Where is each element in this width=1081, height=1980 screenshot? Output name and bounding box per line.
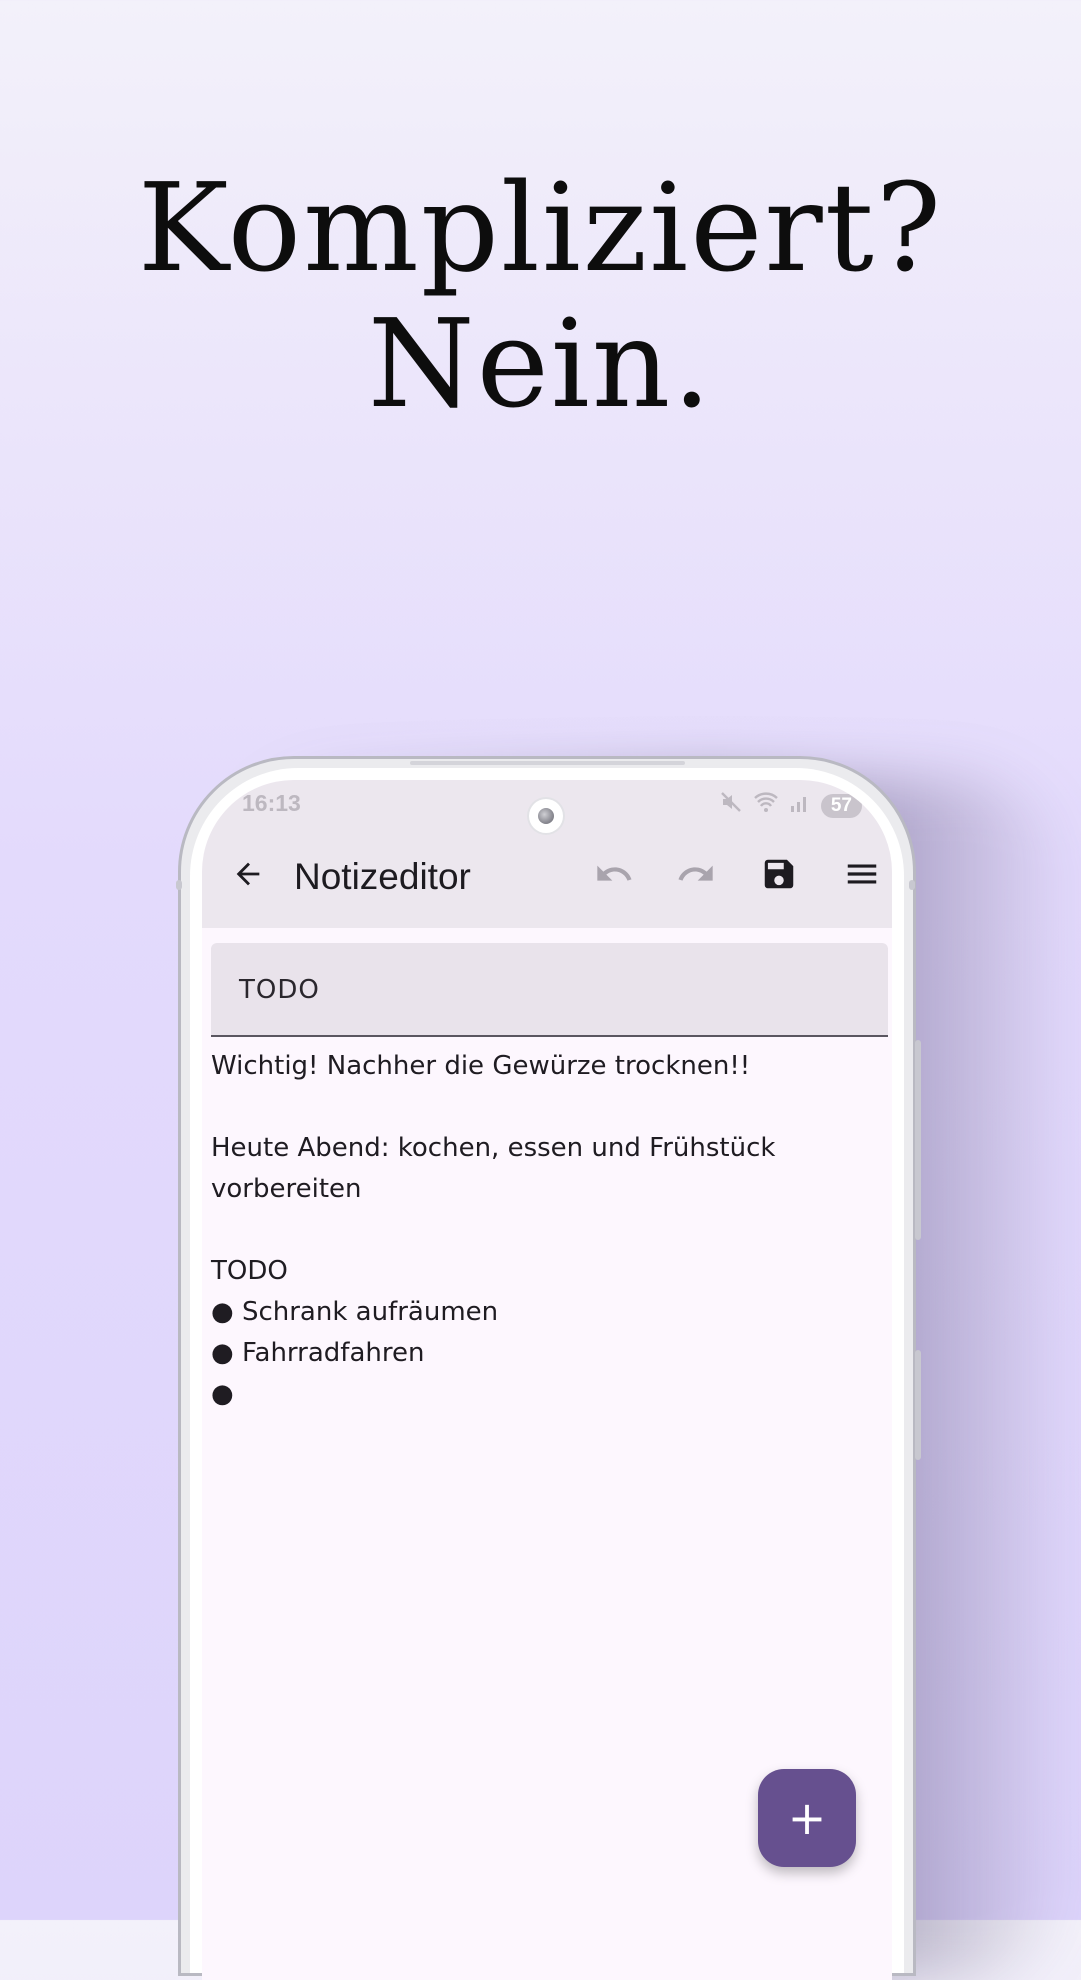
battery-indicator: 57: [820, 793, 862, 818]
mute-icon: [719, 790, 743, 821]
wifi-icon: [753, 790, 779, 821]
undo-button[interactable]: [586, 848, 642, 904]
note-line: [211, 1210, 881, 1251]
headline: Kompliziert? Nein.: [0, 160, 1081, 432]
signal-icon: [789, 790, 811, 821]
note-line: ● Fahrradfahren: [211, 1338, 425, 1368]
note-title-value: TODO: [239, 975, 320, 1005]
phone-top-edge: [410, 761, 685, 765]
menu-button[interactable]: [834, 848, 890, 904]
redo-icon: [676, 854, 716, 898]
headline-line-2: Nein.: [367, 293, 714, 435]
save-button[interactable]: [751, 848, 807, 904]
note-body-editor[interactable]: Wichtig! Nachher die Gewürze trocknen!! …: [211, 1046, 881, 1415]
menu-icon: [843, 855, 881, 897]
save-icon: [760, 855, 798, 897]
status-icons: 57: [719, 790, 862, 821]
note-line: Heute Abend: kochen, essen und Frühstück: [211, 1133, 776, 1163]
note-line: ● Schrank aufräumen: [211, 1297, 499, 1327]
phone-side-mark-right: [909, 880, 915, 890]
redo-button[interactable]: [668, 848, 724, 904]
note-line: TODO: [211, 1256, 288, 1286]
add-fab-button[interactable]: +: [758, 1769, 856, 1867]
toolbar: Notizeditor: [202, 848, 892, 912]
plus-icon: +: [787, 1791, 827, 1845]
undo-icon: [594, 854, 634, 898]
note-title-field[interactable]: TODO: [211, 943, 888, 1037]
front-camera: [529, 799, 563, 833]
power-button: [915, 1350, 921, 1460]
status-time: 16:13: [242, 790, 301, 816]
note-line: vorbereiten: [211, 1174, 362, 1204]
headline-line-1: Kompliziert?: [137, 157, 944, 299]
app-title: Notizeditor: [294, 856, 471, 897]
note-line: [211, 1087, 881, 1128]
back-button[interactable]: [220, 848, 276, 904]
phone-screen: 16:13 57 Notizeditor TODO Wichtig! Nachh…: [202, 780, 892, 1980]
app-bar: 16:13 57 Notizeditor: [202, 780, 892, 928]
volume-button: [915, 1040, 921, 1240]
phone-side-mark-left: [176, 880, 182, 890]
note-line: ●: [211, 1379, 234, 1409]
arrow-back-icon: [231, 857, 265, 895]
note-line: Wichtig! Nachher die Gewürze trocknen!!: [211, 1051, 751, 1081]
